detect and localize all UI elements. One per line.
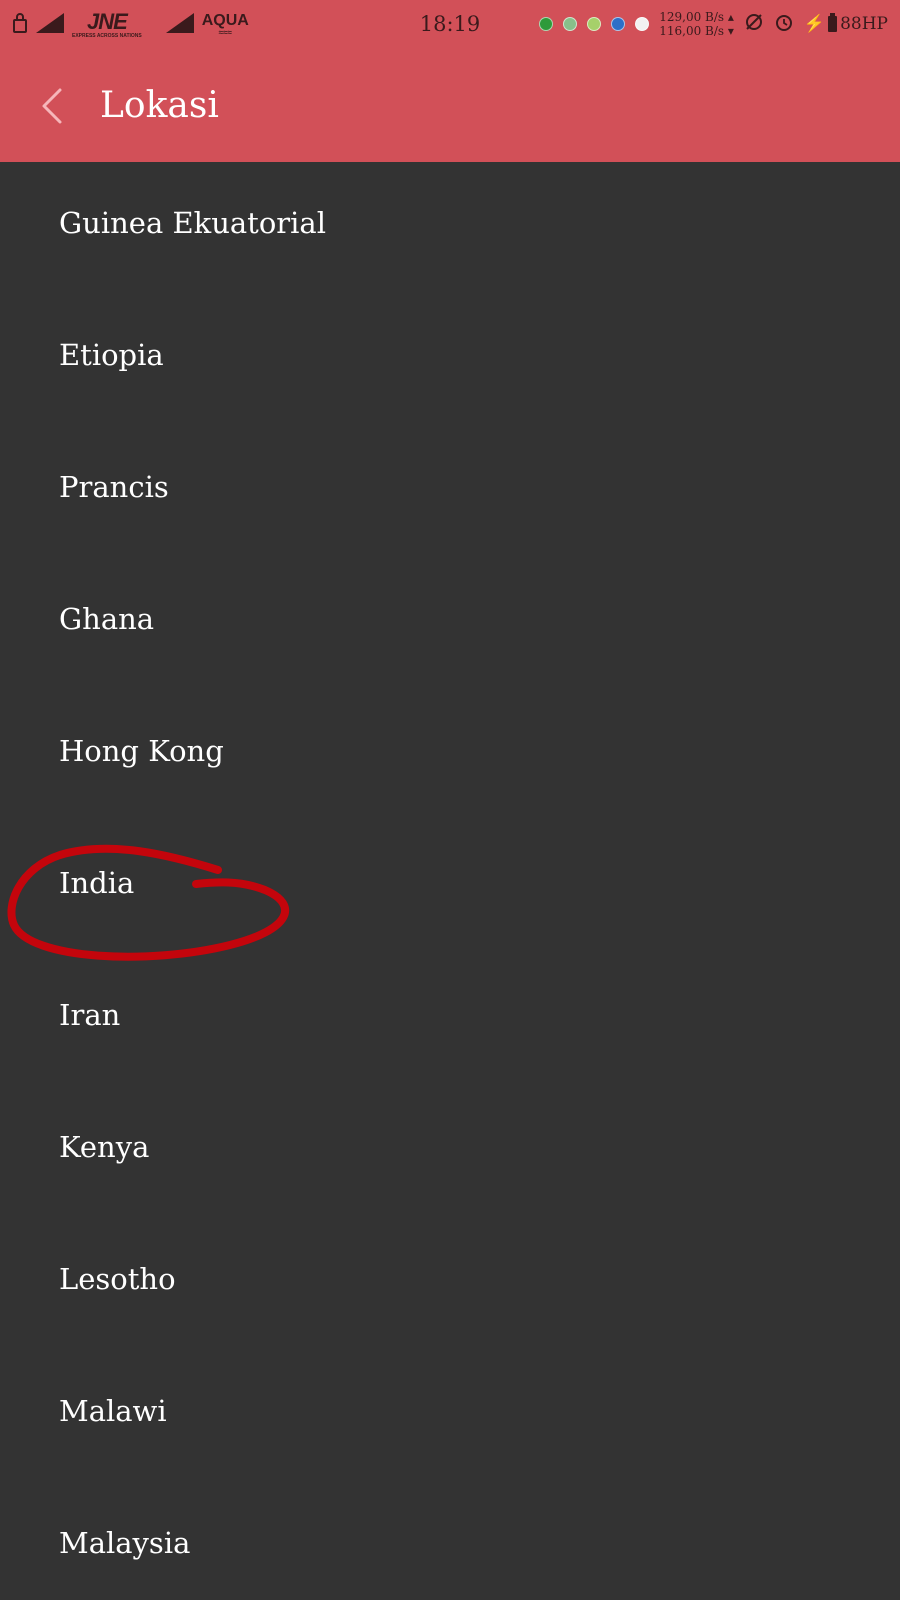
- location-label: Hong Kong: [59, 734, 224, 768]
- battery-level: 88HP: [840, 14, 888, 34]
- location-label: Ghana: [59, 602, 155, 636]
- location-list[interactable]: Guinea Ekuatorial Etiopia Prancis Ghana Hong…: [0, 162, 900, 1600]
- list-item[interactable]: Etiopia: [0, 294, 900, 424]
- no-sync-icon: [744, 12, 764, 36]
- line-notification-icon: [539, 17, 554, 31]
- location-label: Etiopia: [59, 338, 164, 372]
- battery-indicator: ⚡ 88HP: [803, 13, 888, 34]
- list-item[interactable]: Iran: [0, 954, 900, 1084]
- chevron-left-icon: [42, 88, 62, 124]
- location-label: Malaysia: [59, 1526, 191, 1560]
- list-item[interactable]: Malaysia: [0, 1482, 900, 1600]
- location-label: Prancis: [59, 470, 169, 504]
- list-item[interactable]: India: [0, 822, 900, 952]
- location-label: Kenya: [59, 1130, 150, 1164]
- upload-speed: 129,00 B/s ▴: [659, 10, 734, 24]
- location-label: Malawi: [59, 1394, 167, 1428]
- battery-icon: [828, 13, 838, 32]
- location-label: Lesotho: [59, 1262, 176, 1296]
- list-item[interactable]: Hong Kong: [0, 690, 900, 820]
- list-item[interactable]: Malawi: [0, 1350, 900, 1480]
- list-item[interactable]: Guinea Ekuatorial: [0, 162, 900, 292]
- alarm-icon: [774, 12, 794, 36]
- list-item[interactable]: Lesotho: [0, 1218, 900, 1348]
- back-button[interactable]: [36, 84, 68, 128]
- messenger-notification-icon: [611, 17, 626, 31]
- location-label: India: [59, 866, 135, 900]
- status-bar: JNE EXPRESS ACROSS NATIONS AQUA ≈≈≈ 18:1…: [0, 0, 900, 48]
- list-item[interactable]: Prancis: [0, 426, 900, 556]
- app-header: JNE EXPRESS ACROSS NATIONS AQUA ≈≈≈ 18:1…: [0, 0, 900, 162]
- list-item[interactable]: Kenya: [0, 1086, 900, 1216]
- list-item[interactable]: Ghana: [0, 558, 900, 688]
- download-speed: 116,00 B/s ▾: [659, 24, 734, 38]
- gmail-notification-icon: [635, 17, 650, 31]
- page-title: Lokasi: [100, 85, 219, 126]
- android-notification-icon: [563, 17, 578, 31]
- charging-icon: ⚡: [803, 13, 826, 34]
- location-label: Guinea Ekuatorial: [59, 206, 326, 240]
- app-notification-icon: [587, 17, 602, 31]
- status-right: 129,00 B/s ▴ 116,00 B/s ▾ ⚡ 88HP: [539, 8, 888, 40]
- network-speed: 129,00 B/s ▴ 116,00 B/s ▾: [659, 10, 734, 38]
- toolbar: Lokasi: [0, 62, 900, 152]
- location-label: Iran: [59, 998, 121, 1032]
